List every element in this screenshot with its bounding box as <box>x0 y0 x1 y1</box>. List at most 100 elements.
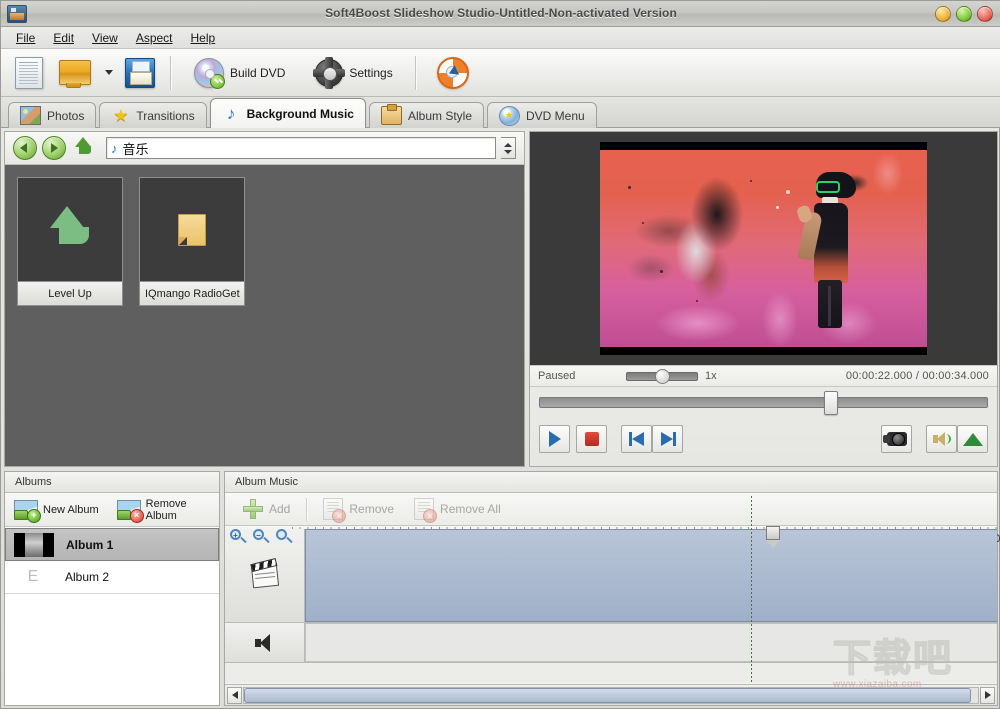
video-track-body[interactable] <box>305 529 997 622</box>
audio-track-header <box>225 623 305 662</box>
remove-album-button[interactable]: × Remove Album <box>108 494 196 526</box>
video-track[interactable] <box>225 529 997 623</box>
rate-slider-knob[interactable] <box>655 369 670 384</box>
timeline-hscrollbar[interactable] <box>225 684 997 705</box>
rate-label: 1x <box>705 370 717 382</box>
menu-aspect-label: Aspect <box>136 31 173 45</box>
albums-panel: Albums + New Album × Remove Album Album … <box>4 471 220 706</box>
albums-toolbar: + New Album × Remove Album <box>5 493 219 527</box>
open-project-button[interactable] <box>51 52 99 94</box>
album-thumbnail <box>14 533 54 557</box>
menu-file-label: File <box>16 31 35 45</box>
file-item-folder[interactable]: IQmango RadioGet <box>139 177 245 306</box>
zoom-controls: + − <box>229 528 294 547</box>
album-music-separator <box>306 498 307 521</box>
audio-track[interactable] <box>225 623 997 663</box>
playback-status-bar: Paused 1x 00:00:22.000 / 00:00:34.000 <box>530 365 997 387</box>
tab-background-music[interactable]: ♪ Background Music <box>210 98 366 128</box>
albums-list: Album 1 E Album 2 <box>5 528 219 705</box>
video-display[interactable] <box>530 132 997 365</box>
tab-dvd-menu-label: DVD Menu <box>526 109 585 123</box>
back-arrow-icon[interactable] <box>13 136 37 160</box>
timeline-playhead[interactable] <box>766 526 780 548</box>
preview-image <box>600 150 927 347</box>
album-list-item[interactable]: Album 1 <box>5 528 219 561</box>
browser-navbar: ♪ 音乐 <box>5 132 524 165</box>
play-button[interactable] <box>539 425 570 453</box>
menu-file[interactable]: File <box>7 29 44 47</box>
music-note-icon: ♪ <box>111 142 118 155</box>
level-up-arrow-icon[interactable] <box>71 137 95 159</box>
clipboard-icon <box>381 106 402 125</box>
x-badge-icon: × <box>332 509 346 523</box>
minimize-button[interactable] <box>935 6 951 22</box>
scroll-right-arrow[interactable] <box>980 687 995 704</box>
scroll-left-arrow[interactable] <box>227 687 242 704</box>
previous-button[interactable] <box>621 425 652 453</box>
window-title: Soft4Boost Slideshow Studio-Untitled-Non… <box>1 6 1000 20</box>
remove-album-label-line2: Album <box>146 510 177 522</box>
remove-all-music-button[interactable]: × Remove All <box>404 495 511 524</box>
help-button[interactable] <box>429 52 477 94</box>
file-item-label: Level Up <box>18 281 122 305</box>
main-toolbar: Build DVD Settings <box>1 49 1000 97</box>
remove-music-button[interactable]: × Remove <box>313 495 404 524</box>
seek-slider-knob[interactable] <box>824 391 838 415</box>
new-album-button[interactable]: + New Album <box>5 494 108 526</box>
previous-icon <box>629 432 645 446</box>
new-album-icon: + <box>14 500 38 520</box>
tab-album-style-label: Album Style <box>408 109 472 123</box>
file-item-level-up[interactable]: Level Up <box>17 177 123 306</box>
remove-label: Remove <box>349 502 394 516</box>
level-up-icon <box>18 178 122 281</box>
volume-button[interactable] <box>926 425 957 453</box>
file-item-label: IQmango RadioGet <box>140 281 244 305</box>
plus-badge-icon: + <box>27 509 41 523</box>
menu-edit[interactable]: Edit <box>44 29 83 47</box>
snapshot-button[interactable] <box>881 425 912 453</box>
menu-bar: File Edit View Aspect Help <box>1 27 1000 49</box>
volume-level-button[interactable] <box>957 425 988 453</box>
album-list-item[interactable]: E Album 2 <box>5 561 219 594</box>
stop-button[interactable] <box>576 425 607 453</box>
zoom-fit-icon[interactable] <box>275 528 294 547</box>
menu-view[interactable]: View <box>83 29 127 47</box>
new-album-label: New Album <box>43 504 99 516</box>
scroll-track[interactable] <box>243 687 979 704</box>
file-list[interactable]: Level Up IQmango RadioGet <box>5 165 524 466</box>
zoom-out-icon[interactable]: − <box>252 528 271 547</box>
new-project-button[interactable] <box>7 52 51 94</box>
check-badge-icon <box>210 74 225 89</box>
save-project-button[interactable] <box>117 52 163 94</box>
audio-track-body[interactable] <box>305 623 997 662</box>
scroll-thumb[interactable] <box>244 688 971 703</box>
help-lifebuoy-icon <box>437 57 469 89</box>
next-button[interactable] <box>652 425 683 453</box>
playback-rate-control[interactable]: 1x <box>626 370 717 382</box>
menu-help-label: Help <box>191 31 216 45</box>
seek-slider[interactable] <box>539 397 988 408</box>
clapperboard-icon <box>250 563 278 588</box>
add-music-button[interactable]: Add <box>233 495 300 524</box>
close-button[interactable] <box>977 6 993 22</box>
application-window: Soft4Boost Slideshow Studio-Untitled-Non… <box>0 0 1000 709</box>
tab-dvd-menu[interactable]: DVD Menu <box>487 102 597 128</box>
time-display: 00:00:22.000 / 00:00:34.000 <box>846 370 989 382</box>
zoom-in-icon[interactable]: + <box>229 528 248 547</box>
tab-transitions[interactable]: ★ Transitions <box>99 102 206 128</box>
maximize-button[interactable] <box>956 6 972 22</box>
folder-icon <box>140 178 244 281</box>
path-input[interactable]: ♪ 音乐 <box>106 137 496 159</box>
add-label: Add <box>269 502 290 516</box>
tab-photos[interactable]: Photos <box>8 102 96 128</box>
settings-button[interactable]: Settings <box>307 52 400 94</box>
path-spinner[interactable] <box>501 137 516 159</box>
open-project-dropdown[interactable] <box>99 52 117 94</box>
menu-aspect[interactable]: Aspect <box>127 29 182 47</box>
tab-album-style[interactable]: Album Style <box>369 102 484 128</box>
settings-label: Settings <box>349 66 392 80</box>
forward-arrow-icon[interactable] <box>42 136 66 160</box>
build-dvd-button[interactable]: Build DVD <box>186 52 293 94</box>
menu-help[interactable]: Help <box>182 29 225 47</box>
rate-slider[interactable] <box>626 372 698 381</box>
